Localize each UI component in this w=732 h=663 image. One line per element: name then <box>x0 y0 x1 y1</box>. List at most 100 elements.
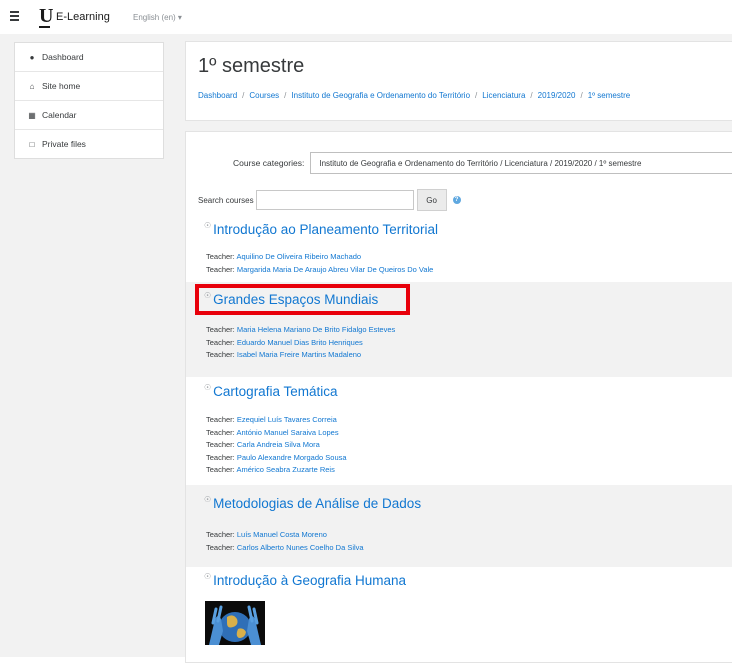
language-menu[interactable]: English (en) ▾ <box>133 13 182 22</box>
teacher-line: Teacher: Maria Helena Mariano De Brito F… <box>206 324 395 337</box>
teacher-link[interactable]: Américo Seabra Zuzarte Reis <box>236 465 334 474</box>
teacher-line: Teacher: Aquilino De Oliveira Ribeiro Ma… <box>206 251 433 264</box>
teacher-link[interactable]: António Manuel Saraiva Lopes <box>236 428 338 437</box>
teacher-role: Teacher: <box>206 427 235 437</box>
tachometer-icon: ● <box>29 52 35 62</box>
teacher-link[interactable]: Carla Andreia Silva Mora <box>237 440 320 449</box>
course-title-link[interactable]: ☉ Introdução ao Planeamento Territorial <box>204 221 439 237</box>
course-title-text: Grandes Espaços Mundiais <box>213 292 379 307</box>
teacher-line: Teacher: Eduardo Manuel Dias Brito Henri… <box>206 337 395 350</box>
category-select-value: Instituto de Geografia e Ordenamento do … <box>319 158 642 168</box>
breadcrumb-separator: / <box>530 91 533 100</box>
teacher-list: Teacher: Luís Manuel Costa Moreno Teache… <box>206 529 364 554</box>
category-select[interactable]: Instituto de Geografia e Ordenamento do … <box>310 152 732 174</box>
breadcrumb-institute[interactable]: Instituto de Geografia e Ordenamento do … <box>291 91 470 100</box>
teacher-role: Teacher: <box>206 252 235 261</box>
teacher-role: Teacher: <box>206 415 235 424</box>
go-button[interactable]: Go <box>416 189 447 211</box>
course-image[interactable] <box>205 601 265 645</box>
course-icon: ☉ <box>204 291 212 300</box>
search-label: Search courses <box>198 195 254 205</box>
course-title-text: Introdução à Geografia Humana <box>213 573 407 588</box>
teacher-role: Teacher: <box>206 440 235 449</box>
teacher-role: Teacher: <box>206 337 235 347</box>
teacher-role: Teacher: <box>206 530 235 539</box>
breadcrumb-separator: / <box>580 91 583 100</box>
teacher-role: Teacher: <box>206 465 235 474</box>
teacher-link[interactable]: Isabel Maria Freire Martins Madaleno <box>237 350 361 359</box>
help-icon[interactable]: ? <box>452 196 461 204</box>
course-icon: ☉ <box>204 383 212 392</box>
teacher-line: Teacher: Paulo Alexandre Morgado Sousa <box>206 452 347 465</box>
site-brand[interactable]: U E-Learning <box>38 6 110 28</box>
teacher-link[interactable]: Carlos Alberto Nunes Coelho Da Silva <box>237 543 364 552</box>
course-item: ☉ Metodologias de Análise de Dados Teach… <box>186 485 732 567</box>
breadcrumb-courses[interactable]: Courses <box>249 91 279 100</box>
page-title: 1º semestre <box>198 55 305 77</box>
calendar-icon: ▦ <box>28 110 36 120</box>
course-icon: ☉ <box>204 221 212 230</box>
course-title-link[interactable]: ☉ Grandes Espaços Mundiais <box>204 291 379 307</box>
breadcrumb-separator: / <box>475 91 478 100</box>
teacher-role: Teacher: <box>206 325 235 334</box>
breadcrumb-separator: / <box>242 91 245 100</box>
nav-list: ● Dashboard ⌂ Site home ▦ Calendar □ Pri… <box>14 42 164 159</box>
hands-globe-image <box>205 601 265 645</box>
course-title-link[interactable]: ☉ Introdução à Geografia Humana <box>204 572 407 588</box>
teacher-line: Teacher: Américo Seabra Zuzarte Reis <box>206 464 347 477</box>
teacher-line: Teacher: Margarida Maria De Araujo Abreu… <box>206 264 433 277</box>
nav-item-label: Calendar <box>42 110 77 120</box>
nav-item-dashboard[interactable]: ● Dashboard <box>15 43 163 72</box>
course-title-link[interactable]: ☉ Cartografia Temática <box>204 383 338 399</box>
nav-drawer: ● Dashboard ⌂ Site home ▦ Calendar □ Pri… <box>0 34 175 657</box>
breadcrumb-year[interactable]: 2019/2020 <box>538 91 576 100</box>
teacher-line: Teacher: Isabel Maria Freire Martins Mad… <box>206 349 395 362</box>
teacher-link[interactable]: Paulo Alexandre Morgado Sousa <box>237 453 347 462</box>
ulisboa-logo: U <box>39 5 54 28</box>
course-title-text: Introdução ao Planeamento Territorial <box>213 222 439 237</box>
breadcrumb-licenciatura[interactable]: Licenciatura <box>482 91 525 100</box>
category-label: Course categories: <box>233 158 305 168</box>
teacher-link[interactable]: Maria Helena Mariano De Brito Fidalgo Es… <box>237 325 395 334</box>
teacher-role: Teacher: <box>206 542 235 552</box>
teacher-line: Teacher: António Manuel Saraiva Lopes <box>206 427 347 440</box>
hamburger-menu-icon[interactable] <box>10 11 19 21</box>
teacher-role: Teacher: <box>206 264 235 274</box>
course-item: ☉ Introdução à Geografia Humana <box>186 567 732 662</box>
course-icon: ☉ <box>204 572 212 581</box>
breadcrumb-semester[interactable]: 1º semestre <box>588 91 631 100</box>
teacher-line: Teacher: Carla Andreia Silva Mora <box>206 439 347 452</box>
page-header: 1º semestre Dashboard / Courses / Instituto … <box>185 41 732 121</box>
teacher-role: Teacher: <box>206 452 235 462</box>
teacher-link[interactable]: Eduardo Manuel Dias Brito Henriques <box>237 338 363 347</box>
nav-item-label: Dashboard <box>42 52 84 62</box>
course-title-link[interactable]: ☉ Metodologias de Análise de Dados <box>204 495 422 511</box>
home-icon: ⌂ <box>29 81 35 91</box>
course-icon: ☉ <box>204 495 212 504</box>
nav-item-private-files[interactable]: □ Private files <box>15 130 163 158</box>
nav-item-calendar[interactable]: ▦ Calendar <box>15 101 163 130</box>
teacher-link[interactable]: Ezequiel Luís Tavares Correia <box>237 415 337 424</box>
brand-text: E-Learning <box>56 11 110 23</box>
category-filter: Course categories: Instituto de Geografi… <box>233 152 732 174</box>
nav-item-label: Site home <box>42 81 81 91</box>
teacher-line: Teacher: Luís Manuel Costa Moreno <box>206 529 364 542</box>
nav-item-site-home[interactable]: ⌂ Site home <box>15 72 163 101</box>
search-input[interactable] <box>255 190 414 210</box>
teacher-link[interactable]: Aquilino De Oliveira Ribeiro Machado <box>236 252 361 261</box>
course-item: ☉ Introdução ao Planeamento Territorial … <box>186 214 732 282</box>
course-title-text: Cartografia Temática <box>213 384 338 399</box>
teacher-list: Teacher: Aquilino De Oliveira Ribeiro Ma… <box>206 251 433 276</box>
breadcrumb-separator: / <box>284 91 287 100</box>
teacher-link[interactable]: Luís Manuel Costa Moreno <box>237 530 327 539</box>
course-title-text: Metodologias de Análise de Dados <box>213 496 422 511</box>
top-navbar: U E-Learning English (en) ▾ <box>0 0 732 34</box>
teacher-list: Teacher: Ezequiel Luís Tavares Correia T… <box>206 414 347 477</box>
teacher-line: Teacher: Ezequiel Luís Tavares Correia <box>206 414 347 427</box>
nav-item-label: Private files <box>42 139 86 149</box>
teacher-line: Teacher: Carlos Alberto Nunes Coelho Da … <box>206 542 364 555</box>
teacher-list: Teacher: Maria Helena Mariano De Brito F… <box>206 324 395 362</box>
breadcrumb-dashboard[interactable]: Dashboard <box>198 91 237 100</box>
teacher-link[interactable]: Margarida Maria De Araujo Abreu Vilar De… <box>237 265 433 274</box>
teacher-role: Teacher: <box>206 350 235 359</box>
